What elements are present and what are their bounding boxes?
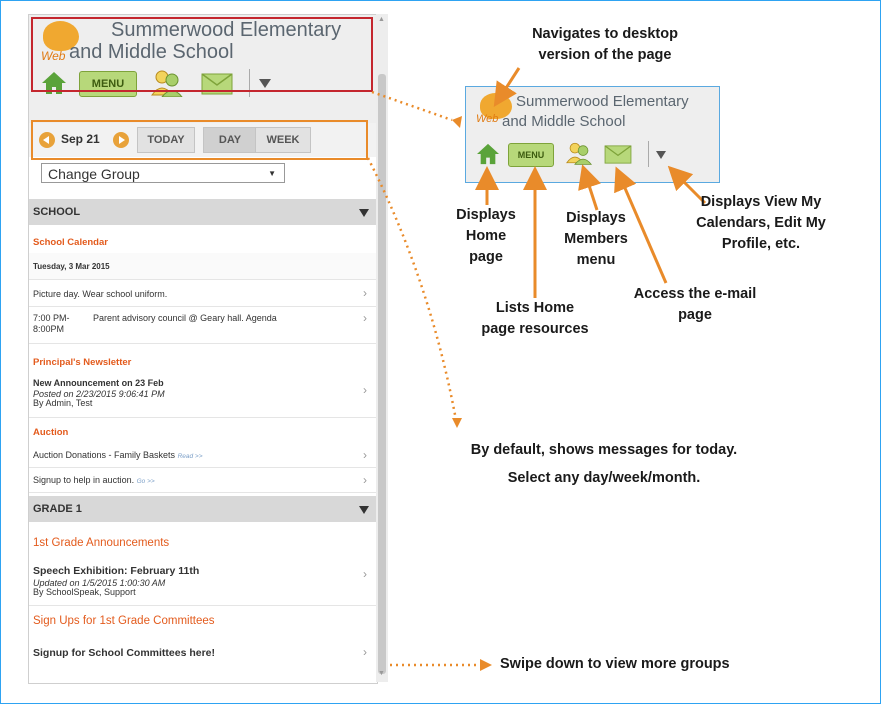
dotted-connector-datebar [366, 157, 458, 421]
arrow-desktop [493, 67, 521, 108]
annotation-members-line3: menu [576, 252, 616, 268]
annotation-home-line3: page [469, 249, 503, 265]
annotation-default-line1: By default, shows messages for today. [470, 442, 738, 458]
annotation-desktop: Navigates to desktop version of the page [500, 24, 710, 66]
annotation-dropdown-line2: Calendars, Edit My [696, 215, 826, 231]
annotation-desktop-line1: Navigates to desktop [532, 26, 678, 42]
annotation-arrows [366, 67, 707, 671]
annotation-email: Access the e-mail page [610, 284, 780, 326]
annotation-members-line2: Members [564, 231, 628, 247]
dotted-connector-header [371, 90, 453, 122]
annotation-menu-line1: Lists Home [495, 300, 575, 316]
annotation-default-line2: Select any day/week/month. [507, 470, 701, 486]
annotation-members: Displays Members menu [548, 208, 644, 271]
connector-arrowhead [480, 659, 492, 671]
annotation-home-line2: Home [465, 228, 507, 244]
connector-arrowhead [452, 418, 462, 428]
annotation-dropdown: Displays View My Calendars, Edit My Prof… [676, 192, 846, 255]
annotation-swipe: Swipe down to view more groups [500, 656, 730, 672]
annotation-dropdown-line1: Displays View My [700, 194, 822, 210]
annotation-email-line2: page [678, 307, 712, 323]
annotation-menu: Lists Home page resources [465, 298, 605, 340]
annotation-default: By default, shows messages for today. Se… [404, 436, 804, 492]
annotation-dropdown-line3: Profile, etc. [721, 236, 801, 252]
annotation-home-line1: Displays [456, 207, 516, 223]
annotation-home: Displays Home page [440, 205, 532, 268]
annotation-menu-line2: page resources [481, 321, 589, 337]
annotation-members-line1: Displays [566, 210, 626, 226]
arrow-members [578, 164, 601, 211]
annotation-desktop-line2: version of the page [538, 47, 672, 63]
connector-arrowhead [452, 116, 462, 128]
annotation-email-line1: Access the e-mail [633, 286, 757, 302]
